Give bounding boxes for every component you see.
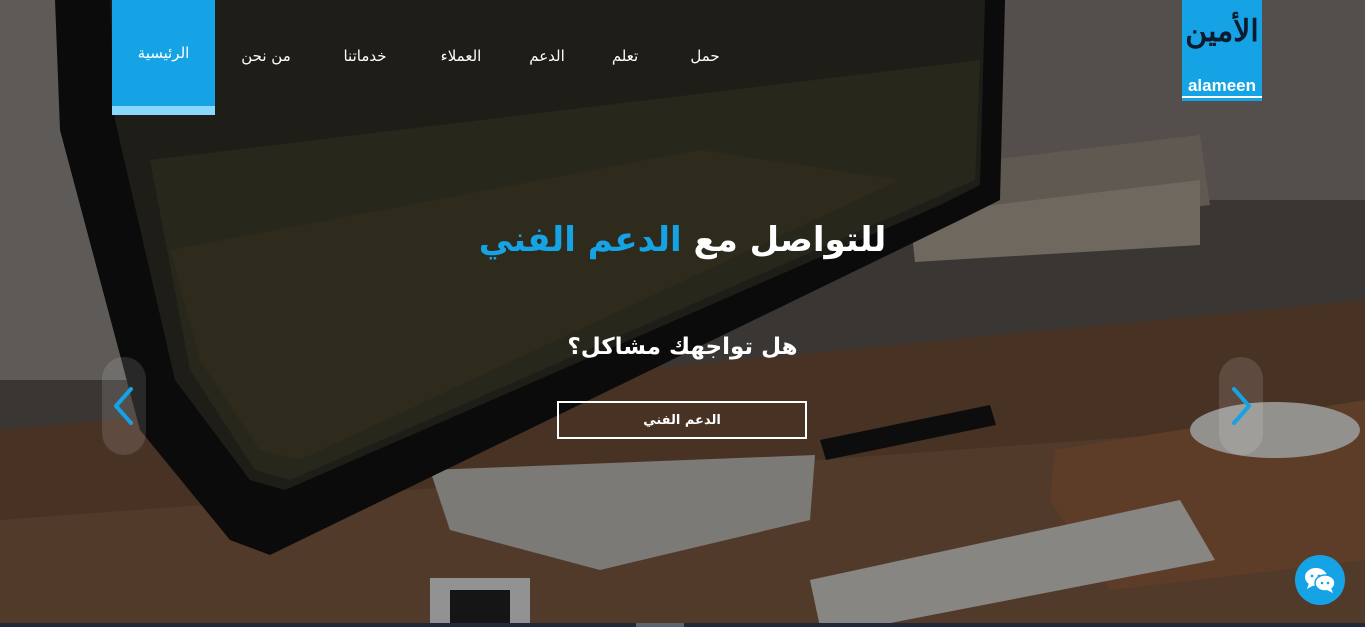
nav-item-download[interactable]: حمل	[665, 0, 745, 115]
scroll-indicator	[636, 623, 684, 627]
chevron-right-icon	[1232, 387, 1251, 425]
headline-accent-text: الدعم الفني	[478, 220, 682, 260]
hero-headline: للتواصل مع الدعم الفني	[0, 220, 1365, 260]
chat-button[interactable]	[1295, 555, 1345, 605]
nav-item-about[interactable]: من نحن	[215, 0, 317, 115]
nav-item-label: الرئيسية	[137, 43, 190, 62]
hero-subline: هل تواجهك مشاكل؟	[567, 334, 798, 360]
page-bottom-bar	[0, 623, 1365, 627]
nav-item-label: العملاء	[440, 47, 482, 65]
cta-label: الدعم الفني	[643, 412, 721, 428]
logo-arabic-text: الأمين	[1185, 14, 1259, 49]
support-cta-button[interactable]: الدعم الفني	[557, 401, 807, 439]
nav-item-label: تعلم	[611, 47, 639, 65]
site-logo[interactable]: الأمين alameen	[1182, 0, 1262, 101]
nav-item-label: خدماتنا	[343, 47, 387, 65]
nav-item-clients[interactable]: العملاء	[413, 0, 509, 115]
carousel-next-button[interactable]	[1219, 357, 1263, 455]
nav-item-services[interactable]: خدماتنا	[317, 0, 413, 115]
nav-item-home[interactable]: الرئيسية	[112, 0, 215, 115]
nav-item-learn[interactable]: تعلم	[585, 0, 665, 115]
logo-english-text: alameen	[1182, 76, 1262, 98]
chat-bubbles-icon	[1305, 568, 1336, 593]
carousel-prev-button[interactable]	[102, 357, 146, 455]
nav-item-support[interactable]: الدعم	[509, 0, 585, 115]
headline-main-text: للتواصل مع	[693, 220, 887, 260]
main-nav: الرئيسية من نحن خدماتنا العملاء الدعم تع…	[112, 0, 745, 115]
nav-item-label: حمل	[690, 47, 720, 65]
nav-item-label: الدعم	[529, 47, 565, 65]
nav-item-label: من نحن	[241, 47, 291, 65]
chevron-left-icon	[114, 387, 133, 425]
